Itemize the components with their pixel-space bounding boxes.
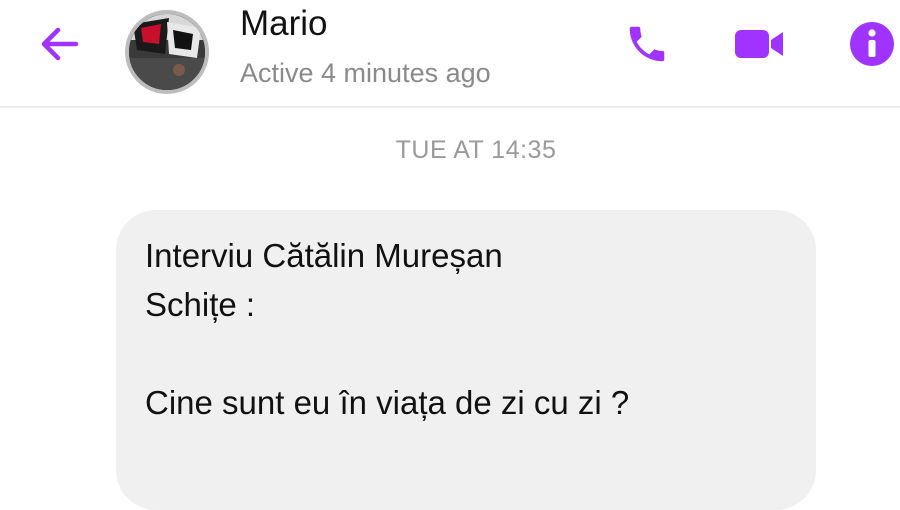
message-line: Schițe : <box>145 286 256 323</box>
message-line: Interviu Cătălin Mureșan <box>145 237 503 274</box>
active-status: Active 4 minutes ago <box>240 58 491 88</box>
contact-name[interactable]: Mario <box>240 2 328 46</box>
call-button[interactable] <box>620 20 674 68</box>
chat-header: Mario Active 4 minutes ago <box>0 0 900 108</box>
arrow-left-icon <box>41 27 79 61</box>
avatar[interactable] <box>125 10 209 94</box>
info-icon <box>850 22 894 66</box>
avatar-image <box>129 14 205 90</box>
info-button[interactable] <box>845 20 899 68</box>
back-button[interactable] <box>30 22 86 66</box>
phone-icon <box>629 26 665 62</box>
video-call-button[interactable] <box>733 20 787 68</box>
video-camera-icon <box>735 30 783 58</box>
message-timestamp: TUE AT 14:35 <box>395 136 557 164</box>
message-line: Cine sunt eu în viața de zi cu zi ? <box>145 384 630 421</box>
